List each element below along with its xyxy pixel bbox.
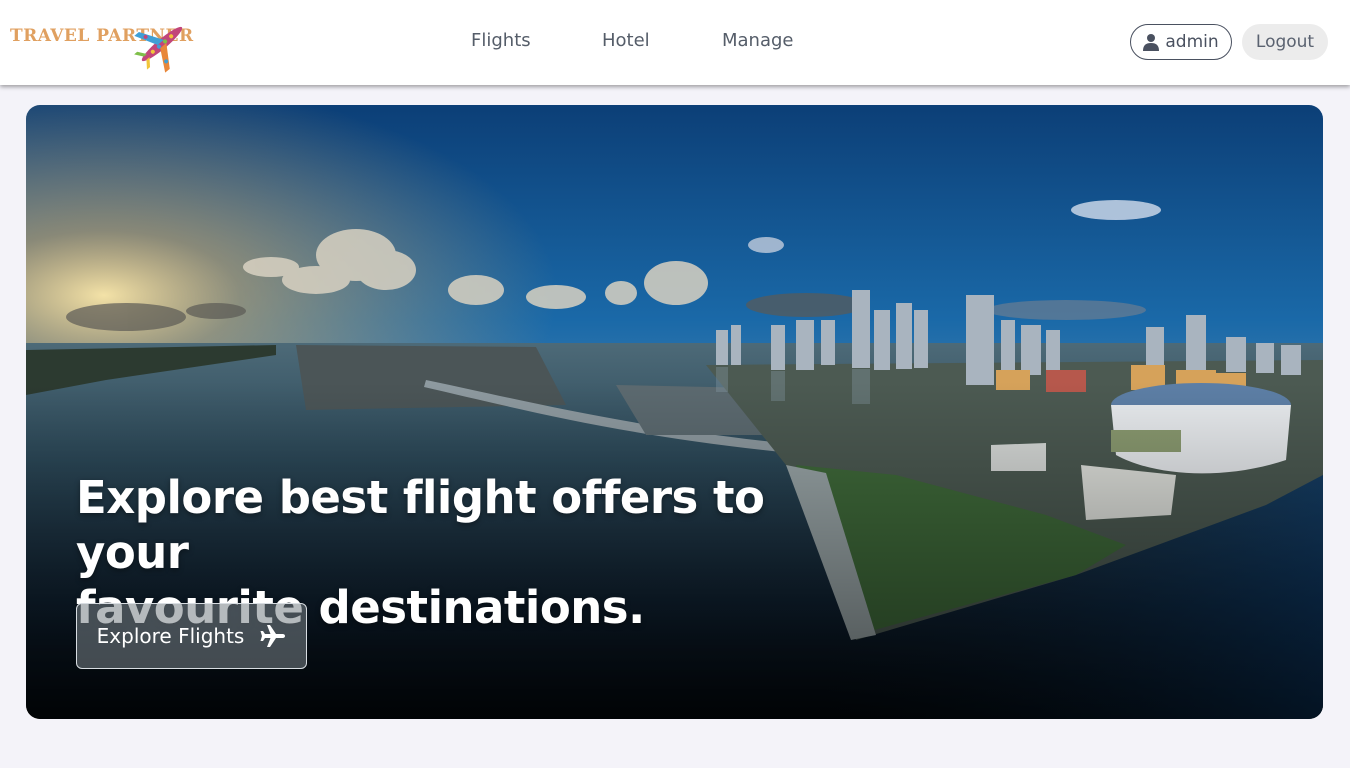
top-navbar: TRAVEL PARTNER Flights Hotel Manage admi… bbox=[0, 0, 1350, 85]
nav-link-hotel[interactable]: Hotel bbox=[602, 30, 650, 51]
explore-flights-button[interactable]: Explore Flights bbox=[76, 603, 307, 669]
hero-banner: Explore best flight offers to your favou… bbox=[26, 105, 1323, 719]
user-icon bbox=[1143, 34, 1160, 51]
airplane-mosaic-icon bbox=[134, 26, 183, 73]
airplane-icon bbox=[260, 625, 286, 647]
logout-button[interactable]: Logout bbox=[1242, 24, 1328, 60]
user-account-button[interactable]: admin bbox=[1130, 24, 1232, 60]
nav-link-flights[interactable]: Flights bbox=[471, 30, 531, 51]
brand-logo[interactable]: TRAVEL PARTNER bbox=[10, 14, 195, 76]
explore-flights-label: Explore Flights bbox=[96, 624, 245, 648]
hero-title-line1: Explore best flight offers to your bbox=[76, 471, 765, 579]
nav-link-manage[interactable]: Manage bbox=[722, 30, 794, 51]
username-label: admin bbox=[1165, 32, 1219, 52]
